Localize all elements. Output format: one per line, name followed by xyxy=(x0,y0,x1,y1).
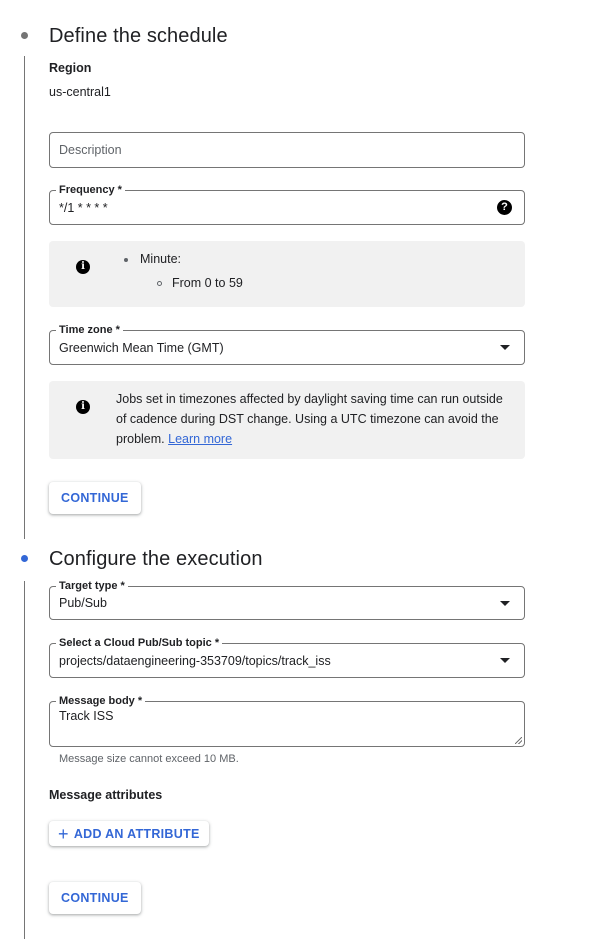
message-body-hint: Message size cannot exceed 10 MB. xyxy=(59,753,239,765)
timezone-info-text: Jobs set in timezones affected by daylig… xyxy=(116,389,505,449)
learn-more-link[interactable]: Learn more xyxy=(168,432,232,446)
step-1-indicator xyxy=(21,32,28,39)
frequency-info-box: i Minute: From 0 to 59 xyxy=(49,241,525,307)
description-placeholder: Description xyxy=(59,143,122,157)
timezone-info-box: i Jobs set in timezones affected by dayl… xyxy=(49,381,525,459)
step-1-rail xyxy=(24,56,25,539)
message-attributes-label: Message attributes xyxy=(49,788,163,802)
pubsub-topic-label: Select a Cloud Pub/Sub topic * xyxy=(56,636,223,650)
bullet xyxy=(124,258,128,262)
minute-range: From 0 to 59 xyxy=(172,276,243,290)
timezone-select[interactable]: Time zone * Greenwich Mean Time (GMT) xyxy=(49,323,525,365)
target-type-label: Target type * xyxy=(56,579,128,593)
continue-button[interactable]: CONTINUE xyxy=(49,882,141,914)
region-value: us-central1 xyxy=(49,85,111,99)
frequency-label: Frequency * xyxy=(56,183,125,197)
chevron-down-icon[interactable] xyxy=(500,658,510,663)
message-body-label: Message body * xyxy=(56,694,146,708)
pubsub-topic-select[interactable]: Select a Cloud Pub/Sub topic * projects/… xyxy=(49,636,525,678)
help-icon[interactable]: ? xyxy=(497,200,512,215)
message-body-textarea[interactable]: Message body * Track ISS xyxy=(49,694,525,747)
message-body-value[interactable]: Track ISS xyxy=(59,709,113,723)
minute-label: Minute: xyxy=(140,252,181,266)
add-attribute-button[interactable]: + ADD AN ATTRIBUTE xyxy=(49,821,209,846)
info-icon: i xyxy=(76,260,90,274)
target-type-select[interactable]: Target type * Pub/Sub xyxy=(49,579,525,620)
plus-icon: + xyxy=(58,823,69,844)
continue-button[interactable]: CONTINUE xyxy=(49,482,141,514)
step-title-configure-execution: Configure the execution xyxy=(49,548,263,570)
pubsub-topic-value: projects/dataengineering-353709/topics/t… xyxy=(59,654,331,668)
sub-bullet xyxy=(157,281,162,286)
target-type-value: Pub/Sub xyxy=(59,596,107,610)
region-label: Region xyxy=(49,61,92,75)
info-icon: i xyxy=(76,400,90,414)
step-2-indicator xyxy=(21,555,28,562)
step-title-define-schedule: Define the schedule xyxy=(49,25,228,47)
timezone-value: Greenwich Mean Time (GMT) xyxy=(59,341,224,355)
frequency-value[interactable]: */1 * * * * xyxy=(59,201,108,215)
resize-handle-icon[interactable] xyxy=(515,737,522,744)
step-2-rail xyxy=(24,581,25,939)
timezone-label: Time zone * xyxy=(56,323,123,337)
chevron-down-icon[interactable] xyxy=(500,601,510,606)
chevron-down-icon[interactable] xyxy=(500,345,510,350)
add-attribute-label: ADD AN ATTRIBUTE xyxy=(73,826,200,841)
frequency-input[interactable]: Frequency * */1 * * * * ? xyxy=(49,183,525,225)
description-input[interactable]: Description xyxy=(49,132,525,168)
